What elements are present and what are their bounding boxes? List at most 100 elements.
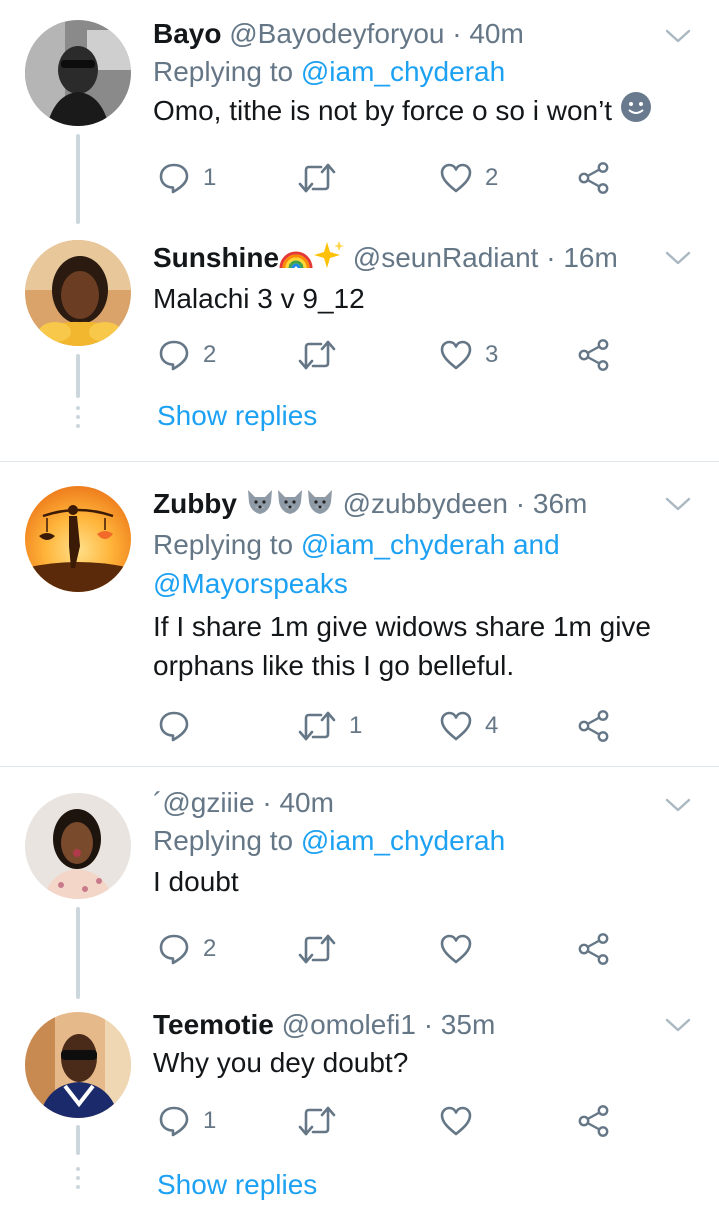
reply-button[interactable]: 1 [157, 1101, 216, 1141]
replying-to-label: Replying to [153, 56, 301, 87]
share-icon [577, 709, 611, 743]
display-name[interactable]: Sunshine [153, 242, 279, 273]
tweet[interactable]: ´@gziiie · 40m Replying to @iam_chyderah… [0, 767, 719, 999]
separator-dot: · [546, 242, 556, 273]
reply-icon [157, 161, 191, 195]
share-button[interactable] [577, 706, 611, 746]
tweet[interactable]: Bayo @Bayodeyforyou · 40m Replying to @i… [0, 0, 719, 228]
share-button[interactable] [577, 1101, 611, 1141]
replying-to-label: Replying to [153, 529, 301, 560]
tweet-text: I doubt [153, 866, 239, 897]
share-icon [577, 1104, 611, 1138]
share-button[interactable] [577, 158, 611, 198]
rainbow-emoji [279, 242, 313, 279]
show-replies-link[interactable]: Show replies [157, 1169, 317, 1201]
chevron-down-icon[interactable] [665, 28, 691, 44]
reply-icon [157, 1104, 191, 1138]
retweet-button[interactable] [297, 335, 349, 375]
reply-icon [157, 338, 191, 372]
wolf-emoji [275, 488, 305, 525]
wolf-emoji [305, 488, 335, 525]
reply-count: 2 [203, 935, 217, 962]
avatar[interactable] [25, 20, 131, 126]
replying-to-label: Replying to [153, 825, 301, 856]
tweet-text-line: If I share 1m give widows share 1m give [153, 611, 651, 642]
retweet-button[interactable] [297, 929, 349, 969]
separator-dot: · [423, 1009, 434, 1040]
avatar[interactable] [25, 486, 131, 592]
timestamp[interactable]: 40m [279, 787, 333, 818]
like-button[interactable]: 3 [439, 335, 498, 375]
mention-link[interactable]: @iam_chyderah [301, 825, 505, 856]
tweet-header: Teemotie @omolefi1 · 35m [153, 1007, 669, 1043]
tweet-text: Malachi 3 v 9_12 [153, 283, 365, 314]
timestamp[interactable]: 16m [563, 242, 617, 273]
thread-dots [74, 1167, 82, 1194]
replying-to: Replying to @iam_chyderah and [153, 525, 669, 564]
mention-link[interactable]: @Mayorspeaks [153, 568, 348, 599]
share-icon [577, 338, 611, 372]
chevron-down-icon[interactable] [665, 250, 691, 266]
like-count: 2 [485, 164, 499, 191]
thread-line [76, 354, 80, 398]
show-replies-link[interactable]: Show replies [157, 400, 317, 432]
avatar[interactable] [25, 1012, 131, 1118]
mention-link[interactable]: @iam_chyderah and [301, 529, 560, 560]
like-button[interactable] [439, 1101, 485, 1141]
separator-dot: · [262, 787, 272, 818]
timestamp[interactable]: 36m [533, 488, 587, 519]
like-icon [439, 161, 473, 195]
retweet-icon [297, 1104, 337, 1138]
sparkles-emoji [313, 240, 345, 279]
tweet-header: Sunshine @seunRadiant · 16m [153, 240, 669, 279]
separator-dot: · [515, 488, 526, 519]
retweet-icon [297, 338, 337, 372]
reply-count: 1 [203, 164, 217, 191]
tweet-text-content: Omo, tithe is not by force o so i won’t [153, 95, 613, 126]
reply-button[interactable] [157, 706, 203, 746]
retweet-button[interactable] [297, 158, 349, 198]
thread-line [76, 1125, 80, 1155]
tweet[interactable]: Teemotie @omolefi1 · 35m Why you dey dou… [0, 999, 719, 1205]
chevron-down-icon[interactable] [665, 797, 691, 813]
like-button[interactable] [439, 929, 485, 969]
replying-to-continued: @Mayorspeaks [153, 564, 669, 603]
user-handle[interactable]: @Bayodeyforyou [229, 18, 444, 49]
tweet[interactable]: Zubby @zubbydeen · 36m Replying to @iam_… [0, 462, 719, 766]
reply-icon [157, 932, 191, 966]
slightly-smiling-face-emoji [620, 91, 652, 133]
user-handle[interactable]: @seunRadiant [353, 242, 539, 273]
display-name[interactable]: ´ [153, 787, 162, 818]
timestamp[interactable]: 35m [441, 1009, 495, 1040]
share-button[interactable] [577, 929, 611, 969]
reply-button[interactable]: 1 [157, 158, 216, 198]
avatar[interactable] [25, 240, 131, 346]
like-icon [439, 338, 473, 372]
avatar[interactable] [25, 793, 131, 899]
user-handle[interactable]: @gziiie [162, 787, 254, 818]
like-button[interactable]: 4 [439, 706, 498, 746]
retweet-button[interactable] [297, 1101, 349, 1141]
display-name[interactable]: Bayo [153, 18, 221, 49]
reply-count: 2 [203, 341, 217, 368]
tweet-header: ´@gziiie · 40m [153, 785, 669, 821]
user-handle[interactable]: @zubbydeen [343, 488, 508, 519]
retweet-count: 1 [349, 712, 363, 739]
chevron-down-icon[interactable] [665, 496, 691, 512]
share-button[interactable] [577, 335, 611, 375]
user-handle[interactable]: @omolefi1 [282, 1009, 416, 1040]
tweet[interactable]: Sunshine @seunRadiant · 16m Malachi 3 v … [0, 228, 719, 461]
reply-button[interactable]: 2 [157, 929, 216, 969]
display-name[interactable]: Zubby [153, 488, 237, 519]
reply-button[interactable]: 2 [157, 335, 216, 375]
wolf-emoji [245, 488, 275, 525]
thread-dots [74, 406, 82, 433]
chevron-down-icon[interactable] [665, 1017, 691, 1033]
tweet-header: Zubby @zubbydeen · 36m [153, 486, 669, 525]
like-icon [439, 932, 473, 966]
retweet-button[interactable]: 1 [297, 706, 362, 746]
timestamp[interactable]: 40m [469, 18, 523, 49]
mention-link[interactable]: @iam_chyderah [301, 56, 505, 87]
display-name[interactable]: Teemotie [153, 1009, 274, 1040]
like-button[interactable]: 2 [439, 158, 498, 198]
